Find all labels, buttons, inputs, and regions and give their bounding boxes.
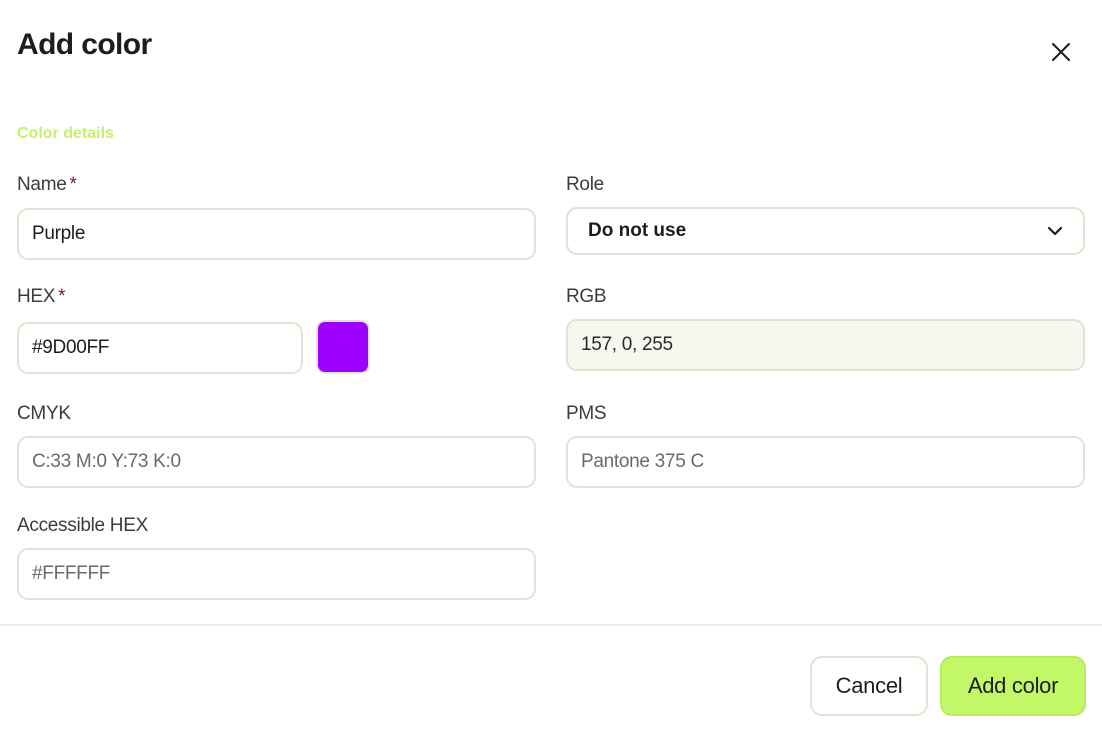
- cancel-button[interactable]: Cancel: [810, 656, 928, 716]
- name-input[interactable]: Purple: [17, 208, 536, 260]
- required-mark: *: [69, 174, 77, 195]
- hex-input-value: #9D00FF: [32, 337, 110, 358]
- dialog-title: Add color: [17, 28, 152, 61]
- accessible-hex-label: Accessible HEX: [17, 515, 148, 536]
- color-swatch-icon: [318, 322, 368, 372]
- rgb-field: 157, 0, 255: [566, 319, 1085, 371]
- role-label: Role: [566, 174, 604, 195]
- hex-input[interactable]: #9D00FF: [17, 322, 303, 374]
- required-mark: *: [58, 286, 66, 307]
- add-color-button[interactable]: Add color: [940, 656, 1086, 716]
- role-select[interactable]: Do not use: [566, 207, 1085, 255]
- rgb-label: RGB: [566, 286, 607, 307]
- name-label-text: Name: [17, 174, 67, 195]
- pms-label: PMS: [566, 403, 607, 424]
- color-swatch-button[interactable]: [316, 320, 370, 374]
- footer-divider: [0, 624, 1102, 626]
- rgb-field-value: 157, 0, 255: [581, 334, 673, 355]
- cmyk-input[interactable]: C:33 M:0 Y:73 K:0: [17, 436, 536, 488]
- close-button[interactable]: [1046, 37, 1076, 67]
- section-label-color-details: Color details: [17, 125, 114, 142]
- pms-input[interactable]: Pantone 375 C: [566, 436, 1085, 488]
- hex-label: HEX *: [17, 286, 66, 308]
- close-icon: [1052, 43, 1070, 61]
- cmyk-label: CMYK: [17, 403, 71, 424]
- cmyk-input-placeholder: C:33 M:0 Y:73 K:0: [32, 451, 181, 472]
- accessible-hex-input[interactable]: #FFFFFF: [17, 548, 536, 600]
- pms-input-placeholder: Pantone 375 C: [581, 451, 704, 472]
- name-input-value: Purple: [32, 223, 86, 244]
- hex-label-text: HEX: [17, 286, 56, 307]
- role-select-value: Do not use: [588, 220, 687, 241]
- chevron-down-icon: [1047, 226, 1063, 236]
- accessible-hex-input-placeholder: #FFFFFF: [32, 563, 111, 584]
- add-color-dialog: Add color Color details Name * Purple Rol…: [0, 0, 1102, 734]
- name-label: Name *: [17, 174, 77, 196]
